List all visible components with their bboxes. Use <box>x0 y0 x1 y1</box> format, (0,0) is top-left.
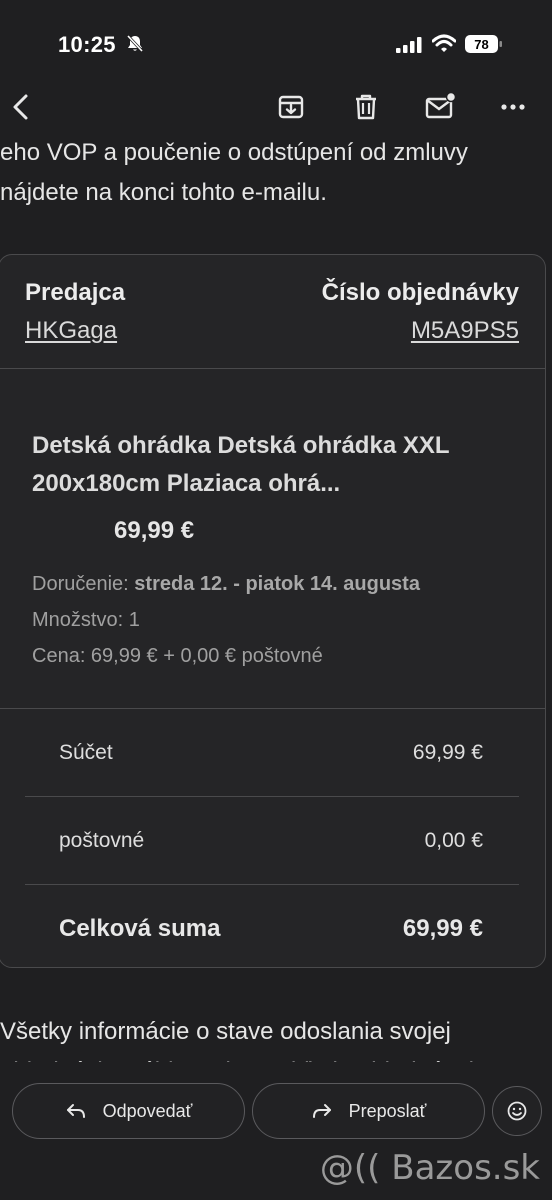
battery-level: 78 <box>474 37 488 52</box>
reply-icon <box>66 1104 85 1118</box>
email-text-line: nájdete na konci tohto e-mailu. <box>0 179 327 206</box>
battery-icon: 78 <box>465 34 503 54</box>
forward-label: Preposlať <box>348 1100 427 1121</box>
mark-unread-icon[interactable] <box>424 91 457 123</box>
order-number-label: Číslo objednávky <box>321 279 519 306</box>
shipping-value: 0,00 € <box>424 829 483 852</box>
quantity-line: Množstvo: 1 <box>32 609 140 631</box>
divider <box>0 368 545 369</box>
divider <box>0 708 545 709</box>
divider <box>25 884 519 885</box>
status-time: 10:25 <box>58 32 116 57</box>
seller-label: Predajca <box>25 279 126 306</box>
subtotal-value: 69,99 € <box>412 741 483 764</box>
reply-button[interactable]: Odpovedať <box>12 1083 245 1139</box>
subtotal-label: Súčet <box>59 741 113 764</box>
wifi-icon <box>431 34 457 54</box>
email-text-line: Všetky informácie o stave odoslania svoj… <box>0 1018 451 1045</box>
price-line: Cena: 69,99 € + 0,00 € poštovné <box>32 645 323 667</box>
delivery-label: Doručenie: <box>32 573 129 595</box>
emoji-button[interactable] <box>492 1086 542 1136</box>
product-title[interactable]: Detská ohrádka Detská ohrádka XXL 200x18… <box>32 427 522 503</box>
forward-icon <box>312 1104 331 1118</box>
watermark: @(( Bazos.sk <box>319 1148 540 1188</box>
delivery-value: streda 12. - piatok 14. augusta <box>134 573 420 595</box>
total-label: Celková suma <box>59 915 221 942</box>
order-number-link[interactable]: M5A9PS5 <box>411 317 519 345</box>
cell-signal-icon <box>396 37 422 53</box>
shipping-label: poštovné <box>59 829 145 852</box>
total-value: 69,99 € <box>402 915 483 942</box>
divider <box>25 796 519 797</box>
archive-icon[interactable] <box>275 91 307 123</box>
reply-label: Odpovedať <box>102 1100 193 1121</box>
product-price: 69,99 € <box>114 517 195 544</box>
email-text-line: eho VOP a poučenie o odstúpení od zmluvy <box>0 139 468 166</box>
more-icon[interactable] <box>498 91 530 123</box>
seller-link[interactable]: HKGaga <box>25 317 117 345</box>
trash-icon[interactable] <box>350 91 382 123</box>
delivery-line: Doručenie: streda 12. - piatok 14. augus… <box>32 573 420 596</box>
bell-muted-icon <box>125 34 145 54</box>
emoji-icon <box>507 1101 527 1121</box>
order-card: Predajca HKGaga Číslo objednávky M5A9PS5… <box>0 254 546 968</box>
back-arrow-icon[interactable] <box>6 91 38 123</box>
forward-button[interactable]: Preposlať <box>252 1083 485 1139</box>
